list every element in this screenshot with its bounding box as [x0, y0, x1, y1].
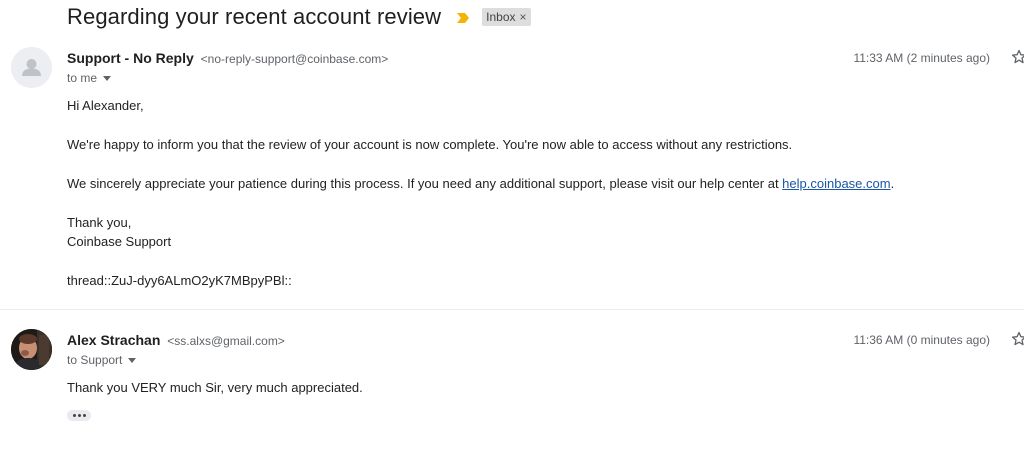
importance-marker-icon[interactable] [456, 11, 470, 23]
body-paragraph: We sincerely appreciate your patience du… [67, 174, 894, 193]
recipient-text: to Support [67, 353, 123, 367]
user-photo-avatar[interactable] [11, 329, 52, 370]
sender-email: <no-reply-support@coinbase.com> [200, 52, 389, 66]
paragraph-end: . [890, 176, 895, 191]
body-paragraph: We're happy to inform you that the revie… [67, 137, 793, 152]
closing: Thank you, [67, 215, 132, 230]
show-trimmed-content-button[interactable] [67, 410, 91, 421]
dot-icon [82, 414, 86, 417]
star-icon[interactable] [1011, 331, 1024, 347]
dot-icon [77, 414, 81, 417]
recipient-details-toggle[interactable]: to me [67, 71, 112, 85]
label-text: Inbox [486, 10, 516, 24]
chevron-down-icon[interactable] [128, 357, 137, 363]
chevron-down-icon[interactable] [103, 75, 112, 81]
inbox-label-chip: Inbox × [482, 8, 531, 26]
help-center-link[interactable]: help.coinbase.com [782, 176, 890, 191]
body-paragraph: Thank you VERY much Sir, very much appre… [67, 380, 363, 395]
message-time: 11:36 AM (0 minutes ago) [853, 333, 990, 347]
message-body: Thank you VERY much Sir, very much appre… [67, 378, 363, 397]
subject-row: Regarding your recent account review Inb… [67, 2, 531, 32]
paragraph-text: We sincerely appreciate your patience du… [67, 176, 783, 191]
thread-id: thread::ZuJ-dyy6ALmO2yK7MBpyPBl:: [67, 273, 292, 288]
signature: Coinbase Support [67, 234, 172, 249]
star-icon[interactable] [1011, 49, 1024, 65]
sender-line: Alex Strachan <ss.alxs@gmail.com> [67, 332, 285, 348]
remove-label-button[interactable]: × [520, 10, 527, 24]
recipient-details-toggle[interactable]: to Support [67, 353, 137, 367]
greeting: Hi Alexander, [67, 98, 144, 113]
message-divider [0, 309, 1024, 310]
email-thread-view: Regarding your recent account review Inb… [0, 0, 1024, 457]
recipient-text: to me [67, 71, 98, 85]
sender-email: <ss.alxs@gmail.com> [167, 334, 285, 348]
sender-name[interactable]: Alex Strachan [67, 332, 160, 348]
sender-line: Support - No Reply <no-reply-support@coi… [67, 50, 388, 66]
default-person-avatar[interactable] [11, 47, 52, 88]
sender-name[interactable]: Support - No Reply [67, 50, 194, 66]
message-time: 11:33 AM (2 minutes ago) [853, 51, 990, 65]
dot-icon [72, 414, 76, 417]
email-subject: Regarding your recent account review [67, 4, 442, 29]
